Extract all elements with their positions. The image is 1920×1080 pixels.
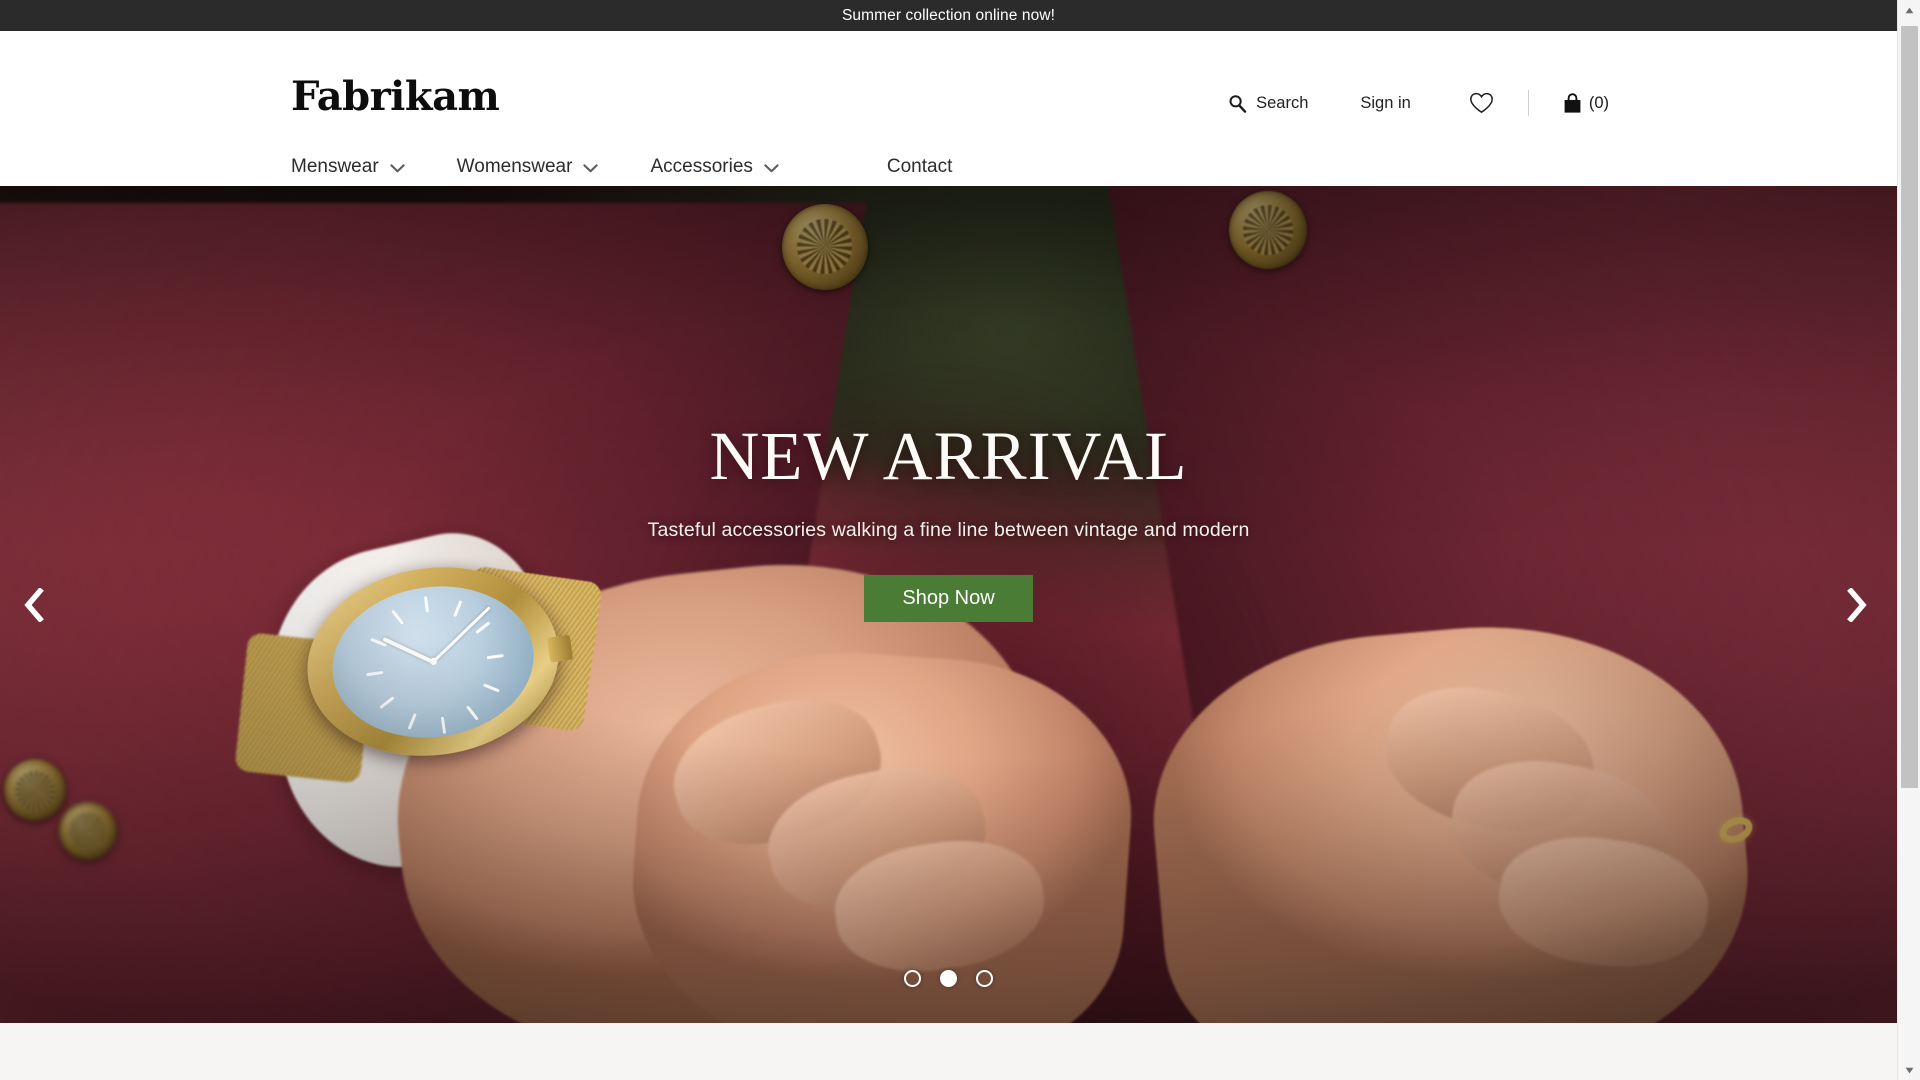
- nav-label-accessories: Accessories: [650, 156, 753, 177]
- announcement-bar: Summer collection online now!: [0, 0, 1897, 31]
- main-navigation: Menswear Womenswear Accessories Contact: [291, 156, 952, 178]
- hero-title: NEW ARRIVAL: [709, 418, 1188, 494]
- nav-item-contact[interactable]: Contact: [887, 156, 952, 178]
- scroll-down-arrow-icon[interactable]: [1898, 1060, 1920, 1080]
- below-fold-section: [0, 1023, 1897, 1080]
- jacket-button-ornament: [1229, 191, 1308, 270]
- carousel-dot-1[interactable]: [904, 970, 921, 987]
- nav-item-accessories[interactable]: Accessories: [650, 156, 779, 178]
- site-header: Fabrikam Search Sign in (0) Menswear Wom…: [0, 31, 1897, 186]
- cart-button[interactable]: (0): [1563, 92, 1609, 114]
- carousel-next-button[interactable]: [1833, 582, 1879, 628]
- carousel-dot-3[interactable]: [976, 970, 993, 987]
- cart-count: (0): [1588, 93, 1609, 112]
- chevron-down-icon: [764, 164, 779, 173]
- nav-item-menswear[interactable]: Menswear: [291, 156, 405, 178]
- hero-carousel: NEW ARRIVAL Tasteful accessories walking…: [0, 186, 1897, 1023]
- search-label: Search: [1256, 93, 1309, 112]
- carousel-prev-button[interactable]: [12, 582, 58, 628]
- jacket-button-ornament: [781, 203, 868, 290]
- jacket-button-ornament: [58, 802, 117, 861]
- chevron-right-icon: [1844, 587, 1868, 622]
- carousel-dots: [0, 970, 1897, 987]
- header-actions: Search Sign in (0): [1228, 89, 1897, 117]
- nav-label-womenswear: Womenswear: [456, 156, 573, 177]
- jacket-button-ornament: [3, 759, 66, 822]
- chevron-down-icon: [390, 164, 405, 173]
- wishlist-button[interactable]: [1469, 92, 1494, 114]
- page-root: Summer collection online now! Fabrikam S…: [0, 0, 1897, 1080]
- announcement-text: Summer collection online now!: [841, 6, 1056, 24]
- nav-label-menswear: Menswear: [291, 156, 379, 177]
- shop-now-button[interactable]: Shop Now: [864, 575, 1033, 622]
- scrollbar-thumb[interactable]: [1901, 26, 1918, 788]
- shopping-bag-icon: [1563, 92, 1582, 114]
- carousel-dot-2[interactable]: [940, 970, 957, 987]
- search-icon: [1228, 94, 1247, 113]
- hero-subtitle: Tasteful accessories walking a fine line…: [647, 519, 1250, 541]
- nav-item-womenswear[interactable]: Womenswear: [457, 156, 599, 178]
- scroll-up-arrow-icon[interactable]: [1898, 0, 1920, 20]
- hero-copy: NEW ARRIVAL Tasteful accessories walking…: [0, 422, 1897, 622]
- chevron-down-icon: [583, 164, 599, 173]
- search-button[interactable]: Search: [1228, 94, 1308, 113]
- sign-in-button[interactable]: Sign in: [1360, 94, 1410, 113]
- heart-icon: [1469, 92, 1494, 114]
- header-divider: [1527, 90, 1529, 116]
- site-logo[interactable]: Fabrikam: [291, 77, 500, 117]
- browser-scrollbar[interactable]: [1897, 0, 1920, 1080]
- chevron-left-icon: [23, 587, 47, 622]
